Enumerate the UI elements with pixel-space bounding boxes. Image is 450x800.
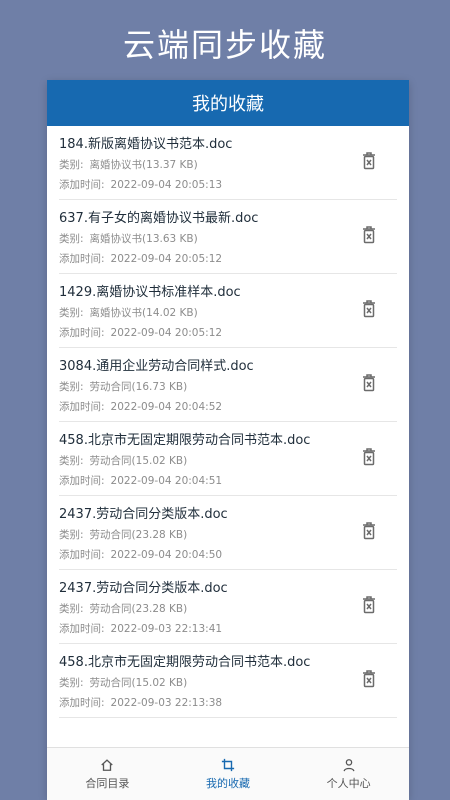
list-item[interactable]: 2437.劳动合同分类版本.doc 类别: 劳动合同(23.28 KB) 添加时间: 2… <box>59 570 397 644</box>
category-value: 离婚协议书 <box>89 159 143 171</box>
added-time-value: 2022-09-04 20:04:52 <box>110 401 223 413</box>
file-added-time: 添加时间: 2022-09-04 20:04:50 <box>59 546 397 564</box>
added-label: 添加时间: <box>59 697 105 709</box>
category-label: 类别: <box>59 455 84 467</box>
category-value: 离婚协议书 <box>89 307 143 319</box>
delete-icon[interactable] <box>359 668 379 690</box>
user-icon <box>343 758 355 771</box>
file-added-time: 添加时间: 2022-09-03 22:13:41 <box>59 620 397 638</box>
file-category: 类别: 离婚协议书(13.63 KB) <box>59 230 397 248</box>
file-name: 458.北京市无固定期限劳动合同书范本.doc <box>59 655 311 670</box>
tab-personal-center[interactable]: 个人中心 <box>288 748 409 800</box>
delete-icon[interactable] <box>359 298 379 320</box>
tab-label: 合同目录 <box>85 776 130 790</box>
list-item[interactable]: 1429.离婚协议书标准样本.doc 类别: 离婚协议书(14.02 KB) 添加时间… <box>59 274 397 348</box>
file-name: 184.新版离婚协议书范本.doc <box>59 137 233 152</box>
added-label: 添加时间: <box>59 401 105 413</box>
page-title: 云端同步收藏 <box>122 26 327 64</box>
added-time-value: 2022-09-03 22:13:41 <box>110 623 223 635</box>
added-time-value: 2022-09-03 22:13:38 <box>110 697 223 709</box>
card-header: 我的收藏 <box>47 80 409 126</box>
file-size: (23.28 KB) <box>131 529 188 541</box>
file-size: (13.63 KB) <box>142 233 198 245</box>
added-time-value: 2022-09-04 20:05:12 <box>110 327 223 339</box>
delete-icon[interactable] <box>359 224 379 246</box>
favorites-list: 184.新版离婚协议书范本.doc 类别: 离婚协议书(13.37 KB) 添加时间:… <box>47 126 409 718</box>
bottom-tab-bar: 合同目录 我的收藏 个人中心 <box>47 747 409 800</box>
added-time-value: 2022-09-04 20:05:13 <box>110 179 223 191</box>
file-added-time: 添加时间: 2022-09-04 20:04:51 <box>59 472 397 490</box>
file-category: 类别: 劳动合同(15.02 KB) <box>59 452 397 470</box>
delete-icon[interactable] <box>359 446 379 468</box>
category-label: 类别: <box>59 603 84 615</box>
list-item[interactable]: 458.北京市无固定期限劳动合同书范本.doc 类别: 劳动合同(15.02 KB)… <box>59 644 397 718</box>
added-time-value: 2022-09-04 20:04:50 <box>110 549 223 561</box>
crop-icon <box>221 758 235 771</box>
delete-icon[interactable] <box>359 372 379 394</box>
file-size: (15.02 KB) <box>131 677 188 689</box>
list-item[interactable]: 3084.通用企业劳动合同样式.doc 类别: 劳动合同(16.73 KB) 添加时间… <box>59 348 397 422</box>
category-value: 劳动合同 <box>89 455 132 467</box>
file-name: 3084.通用企业劳动合同样式.doc <box>59 359 254 374</box>
category-label: 类别: <box>59 233 84 245</box>
file-added-time: 添加时间: 2022-09-04 20:05:12 <box>59 250 397 268</box>
favorites-card: 我的收藏 184.新版离婚协议书范本.doc 类别: 离婚协议书(13.37 KB)… <box>47 80 409 800</box>
file-category: 类别: 离婚协议书(13.37 KB) <box>59 156 397 174</box>
category-value: 劳动合同 <box>89 529 132 541</box>
file-category: 类别: 离婚协议书(14.02 KB) <box>59 304 397 322</box>
category-label: 类别: <box>59 677 84 689</box>
category-label: 类别: <box>59 307 84 319</box>
category-value: 劳动合同 <box>89 381 132 393</box>
home-icon <box>101 758 114 771</box>
added-label: 添加时间: <box>59 327 105 339</box>
file-category: 类别: 劳动合同(23.28 KB) <box>59 600 397 618</box>
tab-contract-catalog[interactable]: 合同目录 <box>47 748 168 800</box>
list-item[interactable]: 637.有子女的离婚协议书最新.doc 类别: 离婚协议书(13.63 KB) 添加时… <box>59 200 397 274</box>
list-item[interactable]: 184.新版离婚协议书范本.doc 类别: 离婚协议书(13.37 KB) 添加时间:… <box>59 126 397 200</box>
file-added-time: 添加时间: 2022-09-04 20:05:13 <box>59 176 397 194</box>
file-name: 637.有子女的离婚协议书最新.doc <box>59 211 259 226</box>
file-size: (23.28 KB) <box>131 603 188 615</box>
added-label: 添加时间: <box>59 179 105 191</box>
tab-label: 我的收藏 <box>206 776 250 790</box>
file-name: 2437.劳动合同分类版本.doc <box>59 507 228 522</box>
delete-icon[interactable] <box>359 594 379 616</box>
category-label: 类别: <box>59 381 84 393</box>
added-label: 添加时间: <box>59 253 105 265</box>
category-value: 离婚协议书 <box>89 233 143 245</box>
added-label: 添加时间: <box>59 475 105 487</box>
file-added-time: 添加时间: 2022-09-03 22:13:38 <box>59 694 397 712</box>
category-label: 类别: <box>59 529 84 541</box>
tab-label: 个人中心 <box>326 776 371 790</box>
list-item[interactable]: 458.北京市无固定期限劳动合同书范本.doc 类别: 劳动合同(15.02 KB)… <box>59 422 397 496</box>
tab-my-favorites[interactable]: 我的收藏 <box>168 748 289 800</box>
file-category: 类别: 劳动合同(23.28 KB) <box>59 526 397 544</box>
file-name: 1429.离婚协议书标准样本.doc <box>59 285 241 300</box>
file-category: 类别: 劳动合同(16.73 KB) <box>59 378 397 396</box>
file-size: (13.37 KB) <box>142 159 198 171</box>
file-added-time: 添加时间: 2022-09-04 20:04:52 <box>59 398 397 416</box>
file-category: 类别: 劳动合同(15.02 KB) <box>59 674 397 692</box>
file-size: (16.73 KB) <box>131 381 188 393</box>
added-time-value: 2022-09-04 20:04:51 <box>110 475 223 487</box>
added-label: 添加时间: <box>59 549 105 561</box>
list-item[interactable]: 2437.劳动合同分类版本.doc 类别: 劳动合同(23.28 KB) 添加时间: 2… <box>59 496 397 570</box>
file-name: 2437.劳动合同分类版本.doc <box>59 581 228 596</box>
delete-icon[interactable] <box>359 520 379 542</box>
category-value: 劳动合同 <box>89 677 132 689</box>
added-label: 添加时间: <box>59 623 105 635</box>
added-time-value: 2022-09-04 20:05:12 <box>110 253 223 265</box>
file-size: (15.02 KB) <box>131 455 188 467</box>
category-value: 劳动合同 <box>89 603 132 615</box>
file-size: (14.02 KB) <box>142 307 198 319</box>
file-added-time: 添加时间: 2022-09-04 20:05:12 <box>59 324 397 342</box>
category-label: 类别: <box>59 159 84 171</box>
delete-icon[interactable] <box>359 150 379 172</box>
card-title: 我的收藏 <box>192 94 264 115</box>
file-name: 458.北京市无固定期限劳动合同书范本.doc <box>59 433 311 448</box>
